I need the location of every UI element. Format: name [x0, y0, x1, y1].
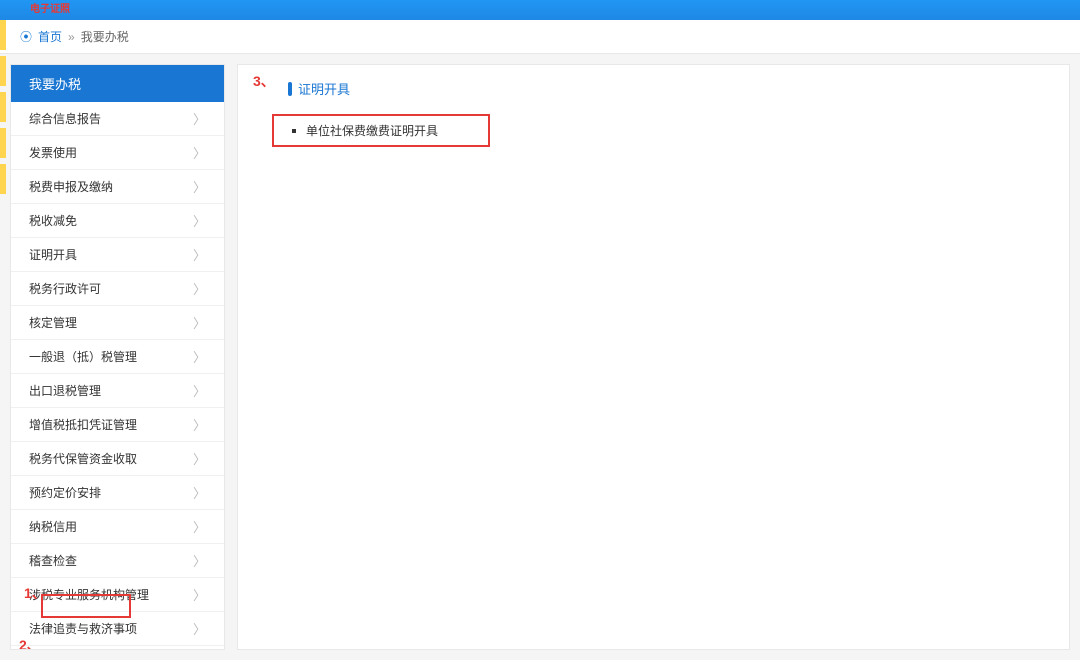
menu-item-qita[interactable]: 其他服务事项〉: [11, 646, 224, 650]
menu-item-shuifei[interactable]: 税费申报及缴纳〉: [11, 170, 224, 204]
chevron-right-icon: 〉: [193, 381, 206, 400]
chevron-right-icon: 〉: [193, 143, 206, 162]
chevron-right-icon: 〉: [193, 279, 206, 298]
content-panel: 3、 证明开具 单位社保费缴费证明开具: [237, 64, 1070, 650]
top-banner: 电子证照: [0, 0, 1080, 20]
chevron-right-icon: 〉: [193, 245, 206, 264]
menu-item-chukou[interactable]: 出口退税管理〉: [11, 374, 224, 408]
menu-item-heding[interactable]: 核定管理〉: [11, 306, 224, 340]
annotation-label-3: 3、: [253, 71, 275, 91]
chevron-right-icon: 〉: [193, 313, 206, 332]
chevron-right-icon: 〉: [193, 619, 206, 638]
chevron-right-icon: 〉: [193, 585, 206, 604]
section-bar-icon: [288, 82, 292, 96]
chevron-right-icon: 〉: [193, 449, 206, 468]
menu-item-zengzhi[interactable]: 增值税抵扣凭证管理〉: [11, 408, 224, 442]
left-edge-decoration: [0, 20, 6, 200]
chevron-right-icon: 〉: [193, 109, 206, 128]
square-bullet-icon: [292, 129, 296, 133]
chevron-right-icon: 〉: [193, 347, 206, 366]
menu-item-zhengming[interactable]: 证明开具〉: [11, 238, 224, 272]
sidebar: 我要办税 综合信息报告〉 发票使用〉 税费申报及缴纳〉 税收减免〉 证明开具〉 …: [10, 64, 225, 650]
content-link-danwei[interactable]: 单位社保费缴费证明开具: [272, 114, 490, 147]
chevron-right-icon: 〉: [193, 415, 206, 434]
menu-item-jicha[interactable]: 稽查检查〉: [11, 544, 224, 578]
breadcrumb-current: 我要办税: [81, 28, 129, 45]
menu-item-zonghe[interactable]: 综合信息报告〉: [11, 102, 224, 136]
menu-item-xingzheng[interactable]: 税务行政许可〉: [11, 272, 224, 306]
menu-item-yuyue[interactable]: 预约定价安排〉: [11, 476, 224, 510]
menu-item-fapiao[interactable]: 发票使用〉: [11, 136, 224, 170]
section-title: 证明开具: [298, 79, 350, 98]
chevron-right-icon: 〉: [193, 551, 206, 570]
menu-item-falv[interactable]: 法律追责与救济事项〉: [11, 612, 224, 646]
main-layout: 我要办税 综合信息报告〉 发票使用〉 税费申报及缴纳〉 税收减免〉 证明开具〉 …: [0, 54, 1080, 660]
breadcrumb-separator: »: [68, 30, 75, 44]
menu-item-sheshui[interactable]: 涉税专业服务机构管理〉: [11, 578, 224, 612]
menu-item-shuishou[interactable]: 税收减免〉: [11, 204, 224, 238]
menu-item-nashui[interactable]: 纳税信用〉: [11, 510, 224, 544]
section-header: 证明开具: [288, 79, 1049, 98]
banner-red-text: 电子证照: [0, 4, 70, 15]
chevron-right-icon: 〉: [193, 517, 206, 536]
breadcrumb-home[interactable]: 首页: [38, 28, 62, 45]
menu-item-daibaoguan[interactable]: 税务代保管资金收取〉: [11, 442, 224, 476]
breadcrumb: ⦿ 首页 » 我要办税: [0, 20, 1080, 54]
content-link-label: 单位社保费缴费证明开具: [306, 122, 438, 139]
chevron-right-icon: 〉: [193, 483, 206, 502]
location-icon: ⦿: [20, 28, 32, 45]
menu-item-tuishui[interactable]: 一般退（抵）税管理〉: [11, 340, 224, 374]
chevron-right-icon: 〉: [193, 177, 206, 196]
chevron-right-icon: 〉: [193, 211, 206, 230]
sidebar-header: 我要办税: [11, 65, 224, 102]
